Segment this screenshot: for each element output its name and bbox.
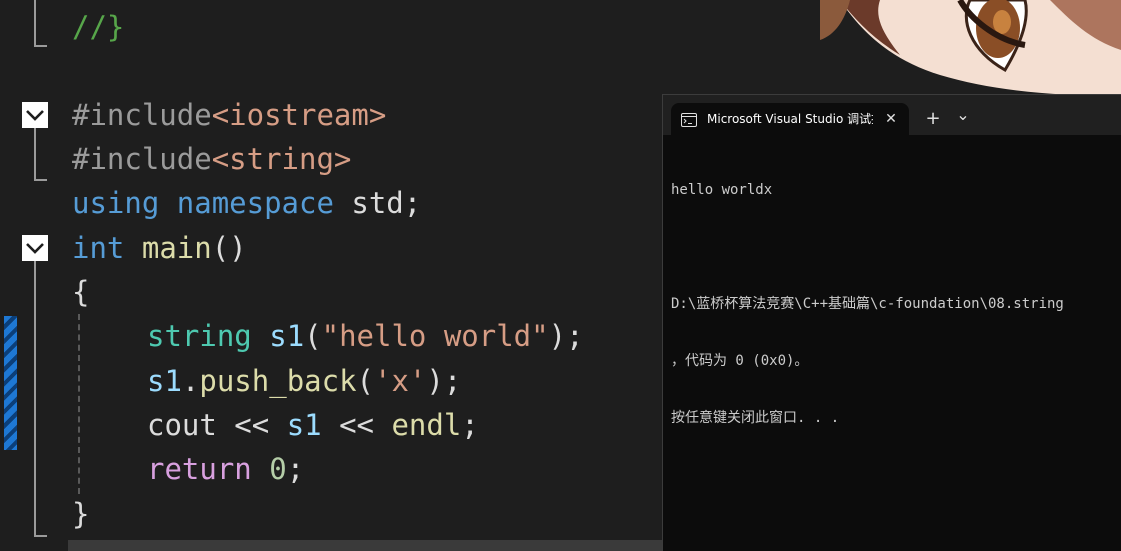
variable-token: s1 — [286, 408, 322, 442]
identifier-token: cout — [147, 408, 217, 442]
brace-token: { — [72, 275, 90, 309]
chevron-down-icon — [26, 243, 44, 254]
code-line-10[interactable]: cout << s1 << endl; — [72, 403, 479, 447]
output-line-3: D:\蓝桥杯算法竞赛\C++基础篇\c-foundation\08.string — [671, 296, 1064, 312]
code-line-9[interactable]: s1.push_back('x'); — [72, 359, 461, 403]
punct-token: ( — [356, 364, 374, 398]
punct-token: ); — [548, 319, 584, 353]
brace-token: } — [72, 497, 90, 531]
punct-token: ; — [403, 186, 422, 220]
console-window-icon — [681, 112, 697, 131]
variable-token: s1 — [147, 364, 182, 398]
punct-token: ; — [461, 408, 479, 442]
horizontal-scrollbar[interactable] — [68, 540, 668, 551]
fold-toggle-includes[interactable] — [22, 102, 48, 128]
code-line-6[interactable]: int main() — [72, 226, 247, 270]
code-line-7[interactable]: { — [72, 270, 89, 314]
terminal-tab[interactable]: Microsoft Visual Studio 调试控制台 ✕ — [671, 103, 909, 135]
preprocessor-token: #include — [72, 98, 212, 132]
outline-line-top — [34, 0, 36, 46]
string-literal-token: "hello world" — [321, 319, 549, 353]
changed-lines-indicator — [4, 316, 17, 450]
output-line-4: ，代码为 0 (0x0)。 — [671, 353, 809, 369]
include-header-token: <string> — [211, 142, 352, 176]
function-name-token: push_back — [199, 364, 357, 398]
terminal-window[interactable]: Microsoft Visual Studio 调试控制台 ✕ + ⌄ hell… — [662, 94, 1121, 551]
output-line-1: hello worldx — [671, 182, 773, 198]
operator-token: << — [216, 408, 287, 442]
type-keyword-token: int — [72, 231, 125, 265]
keyword-token: using — [72, 186, 160, 220]
type-token: string — [147, 319, 252, 353]
function-name-token: main — [141, 231, 212, 265]
terminal-tab-strip: Microsoft Visual Studio 调试控制台 ✕ + ⌄ — [663, 95, 1121, 135]
outline-line-includes — [34, 128, 36, 180]
punct-token: ( — [304, 319, 322, 353]
output-line-2: ​ — [671, 238, 1121, 257]
terminal-output[interactable]: hello worldx ​ D:\蓝桥杯算法竞赛\C++基础篇\c-found… — [671, 143, 1121, 466]
new-tab-button[interactable]: + — [921, 105, 945, 133]
operator-token: << — [321, 408, 392, 442]
control-keyword-token: return — [147, 452, 252, 486]
outline-line-main — [34, 261, 36, 537]
outline-end-top — [34, 45, 47, 47]
include-header-token: <iostream> — [211, 98, 387, 132]
comment-token: //} — [72, 10, 125, 44]
tab-dropdown-button[interactable]: ⌄ — [951, 101, 975, 129]
preprocessor-token: #include — [72, 142, 212, 176]
punct-token: . — [181, 364, 200, 398]
punct-token: ); — [426, 364, 462, 398]
terminal-tab-title: Microsoft Visual Studio 调试控制台 — [707, 112, 873, 126]
variable-token: s1 — [269, 319, 305, 353]
code-line-11[interactable]: return 0; — [72, 447, 304, 491]
keyword-token: namespace — [176, 186, 334, 220]
punct-token: ; — [286, 452, 305, 486]
outline-end-includes — [34, 179, 47, 181]
fold-toggle-main[interactable] — [22, 235, 48, 261]
number-literal-token: 0 — [269, 452, 287, 486]
function-name-token: endl — [391, 408, 462, 442]
code-line-4[interactable]: #include<string> — [72, 137, 351, 181]
close-tab-icon[interactable]: ✕ — [879, 103, 903, 135]
background-character-art — [820, 0, 1121, 96]
char-literal-token: 'x' — [374, 364, 427, 398]
code-line-3[interactable]: #include<iostream> — [72, 93, 386, 137]
code-line-12[interactable]: } — [72, 492, 89, 536]
punct-token: () — [211, 231, 247, 265]
namespace-name-token: std — [351, 186, 404, 220]
outline-end-main — [34, 535, 47, 537]
code-line-8[interactable]: string s1("hello world"); — [72, 314, 584, 358]
output-line-5: 按任意键关闭此窗口. . . — [671, 410, 840, 426]
code-line-5[interactable]: using namespace std; — [72, 181, 421, 225]
chevron-down-icon — [26, 110, 44, 121]
code-line-1[interactable]: //} — [72, 5, 124, 49]
